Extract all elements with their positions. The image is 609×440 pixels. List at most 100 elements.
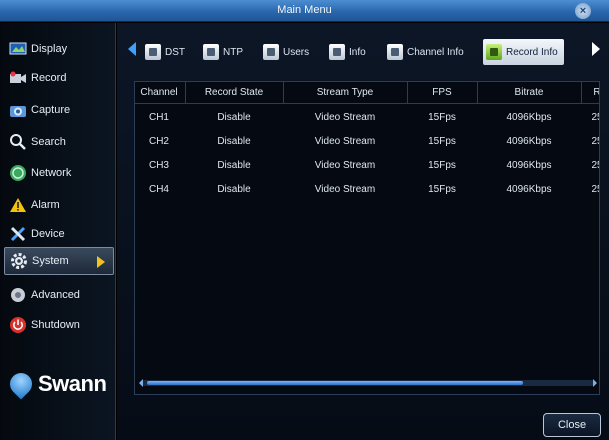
sidebar-item-network[interactable]: Network — [4, 159, 114, 187]
close-button[interactable]: Close — [543, 413, 601, 437]
table-cell: 15Fps — [428, 136, 456, 147]
scroll-right-icon[interactable] — [593, 379, 597, 387]
network-icon — [8, 164, 28, 182]
table-cell: CH2 — [148, 136, 169, 147]
scrollbar-thumb[interactable] — [147, 381, 523, 385]
close-icon[interactable]: × — [575, 3, 591, 19]
column-divider — [283, 82, 284, 104]
sidebar-item-capture[interactable]: Capture — [4, 96, 114, 124]
table-header: Channel Record State Stream Type FPS Bit… — [135, 82, 600, 104]
table-cell: Disable — [217, 160, 251, 171]
table-cell: Video Stream — [314, 136, 376, 147]
sidebar-item-alarm[interactable]: Alarm — [4, 191, 114, 219]
sidebar-item-label: Search — [31, 136, 66, 148]
record-info-table: Channel Record State Stream Type FPS Bit… — [134, 81, 600, 395]
column-divider — [407, 82, 408, 104]
capture-icon — [8, 101, 28, 119]
table-row[interactable]: CH1 Disable Video Stream 15Fps 4096Kbps … — [135, 108, 599, 130]
table-cell: CH3 — [148, 160, 169, 171]
table-cell: 25 — [591, 112, 599, 123]
advanced-icon — [8, 286, 28, 304]
table-cell: Disable — [217, 112, 251, 123]
table-cell: 4096Kbps — [506, 136, 552, 147]
sidebar-item-system[interactable]: System — [4, 247, 114, 275]
sidebar-item-device[interactable]: Device — [4, 220, 114, 248]
sidebar-item-label: Display — [31, 43, 68, 55]
title-bar: Main Menu × — [0, 0, 609, 22]
device-icon — [8, 225, 28, 243]
tab-label: Info — [349, 46, 366, 58]
search-icon — [8, 133, 28, 151]
tab-ntp[interactable]: NTP — [203, 41, 243, 63]
table-cell: Video Stream — [314, 184, 376, 195]
window-title: Main Menu — [277, 4, 332, 16]
users-tab-icon — [263, 44, 279, 60]
scroll-left-icon[interactable] — [139, 379, 143, 387]
table-cell: Disable — [217, 184, 251, 195]
sidebar-item-label: System — [32, 255, 69, 267]
column-divider — [477, 82, 478, 104]
sidebar-item-record[interactable]: Record — [4, 64, 114, 92]
table-row[interactable]: CH2 Disable Video Stream 15Fps 4096Kbps … — [135, 132, 599, 154]
sidebar-item-label: Capture — [31, 104, 71, 116]
table-cell: Disable — [217, 136, 251, 147]
sidebar-item-label: Shutdown — [31, 319, 80, 331]
main-panel: DST NTP Users Info Channel Info Record I… — [117, 23, 609, 440]
table-cell: Video Stream — [314, 112, 376, 123]
tab-record-info[interactable]: Record Info — [483, 39, 564, 65]
table-row[interactable]: CH4 Disable Video Stream 15Fps 4096Kbps … — [135, 180, 599, 202]
table-cell: 15Fps — [428, 112, 456, 123]
alarm-icon — [8, 196, 28, 214]
sidebar-item-label: Device — [31, 228, 65, 240]
tab-scroll-right-icon[interactable] — [592, 42, 600, 56]
sidebar-item-label: Record — [31, 72, 67, 84]
tab-info[interactable]: Info — [329, 41, 366, 63]
table-cell: 15Fps — [428, 184, 456, 195]
column-divider — [185, 82, 186, 104]
tab-label: NTP — [223, 46, 243, 58]
brand-name: Swann — [38, 371, 107, 396]
display-icon — [8, 40, 28, 58]
tab-label: Users — [283, 46, 310, 58]
tab-label: Record Info — [506, 46, 558, 58]
tab-users[interactable]: Users — [263, 41, 309, 63]
column-header: Bitrate — [514, 87, 544, 98]
table-cell: Video Stream — [314, 160, 376, 171]
gear-icon — [9, 252, 29, 270]
column-header: Channel — [140, 87, 178, 98]
info-tab-icon — [329, 44, 345, 60]
table-cell: 4096Kbps — [506, 112, 552, 123]
tab-label: DST — [165, 46, 185, 58]
sidebar-item-label: Advanced — [31, 289, 80, 301]
table-cell: 25 — [591, 184, 599, 195]
sidebar-item-search[interactable]: Search — [4, 128, 114, 156]
column-divider — [581, 82, 582, 104]
tab-channel-info[interactable]: Channel Info — [387, 41, 464, 63]
power-icon — [8, 316, 28, 334]
chevron-right-icon — [97, 256, 105, 268]
column-header: R — [593, 87, 600, 98]
sidebar-item-label: Alarm — [31, 199, 60, 211]
sidebar-item-shutdown[interactable]: Shutdown — [4, 311, 114, 339]
sidebar-item-label: Network — [31, 167, 72, 179]
record-icon — [8, 69, 28, 87]
tab-label: Channel Info — [407, 46, 464, 58]
table-cell: CH4 — [148, 184, 169, 195]
dst-tab-icon — [145, 44, 161, 60]
tab-scroll-left-icon[interactable] — [128, 42, 136, 56]
sidebar-item-display[interactable]: Display — [4, 35, 114, 63]
horizontal-scrollbar[interactable] — [139, 379, 597, 387]
table-cell: 15Fps — [428, 160, 456, 171]
tab-bar: DST NTP Users Info Channel Info Record I… — [117, 23, 609, 73]
table-cell: 25 — [591, 136, 599, 147]
tab-dst[interactable]: DST — [145, 41, 185, 63]
channel-info-tab-icon — [387, 44, 403, 60]
table-row[interactable]: CH3 Disable Video Stream 15Fps 4096Kbps … — [135, 156, 599, 178]
sidebar-item-advanced[interactable]: Advanced — [4, 281, 114, 309]
ntp-tab-icon — [203, 44, 219, 60]
record-info-tab-icon — [486, 44, 502, 60]
column-header: FPS — [432, 87, 452, 98]
table-cell: CH1 — [148, 112, 169, 123]
column-header: Stream Type — [316, 87, 374, 98]
table-cell: 25 — [591, 160, 599, 171]
